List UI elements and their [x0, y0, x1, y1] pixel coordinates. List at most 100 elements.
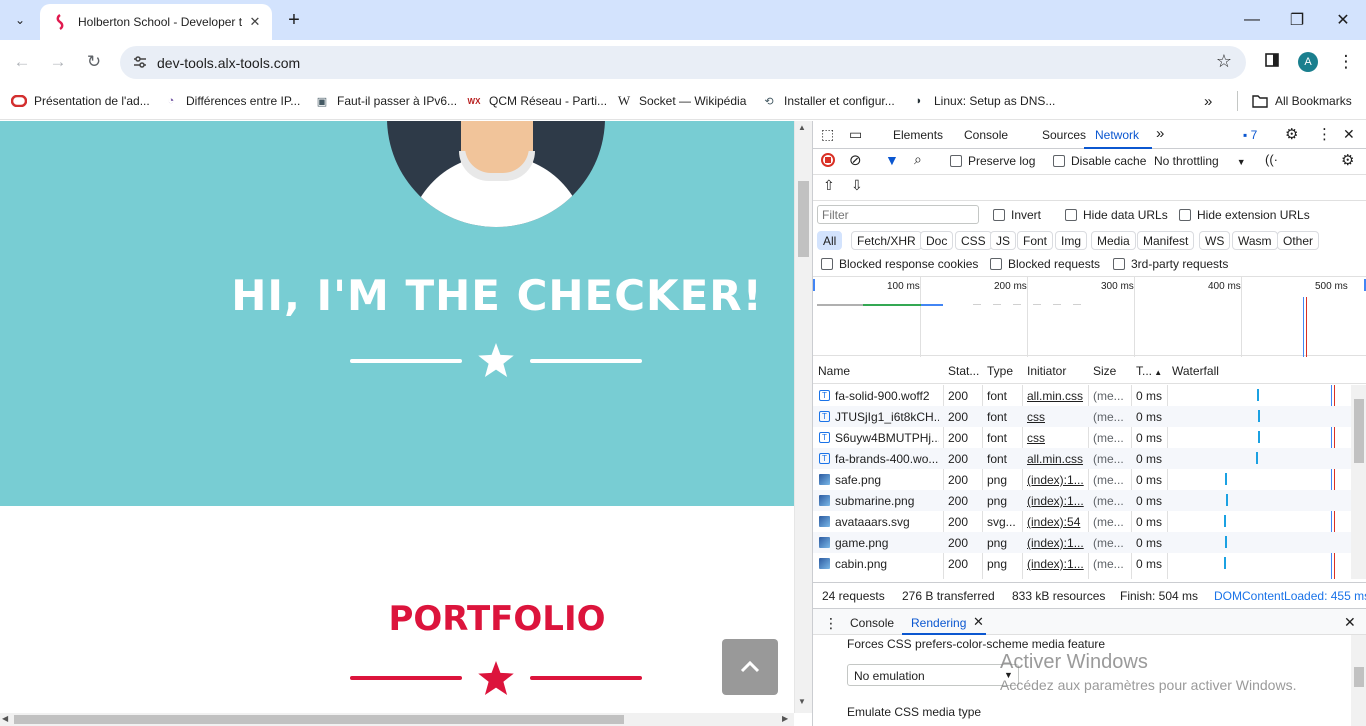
network-settings-gear-icon[interactable]: ⚙: [1341, 151, 1354, 169]
type-filter-ws[interactable]: WS: [1199, 231, 1231, 250]
filter-icon[interactable]: ▼: [885, 152, 899, 168]
type-filter-doc[interactable]: Doc: [920, 231, 954, 250]
settings-gear-icon[interactable]: ⚙: [1285, 125, 1298, 143]
browser-tab[interactable]: Holberton School - Developer t ✕: [40, 4, 272, 40]
forward-button[interactable]: →: [44, 48, 72, 76]
page-horizontal-scrollbar[interactable]: ◀ ▶: [0, 713, 794, 726]
bookmark-item[interactable]: ◗ Linux: Setup as DNS...: [911, 91, 1056, 111]
address-bar[interactable]: dev-tools.alx-tools.com ☆: [120, 46, 1246, 79]
preserve-log-checkbox[interactable]: Preserve log: [950, 154, 1035, 168]
network-overview[interactable]: 100 ms 200 ms 300 ms 400 ms 500 ms: [813, 276, 1366, 357]
blocked-requests-checkbox[interactable]: Blocked requests: [990, 257, 1100, 271]
type-filter-media[interactable]: Media: [1091, 231, 1136, 250]
site-info-icon[interactable]: [132, 54, 148, 70]
tab-sources[interactable]: Sources: [1042, 128, 1086, 142]
drawer-tab-rendering[interactable]: Rendering: [911, 616, 966, 630]
cell-initiator[interactable]: all.min.css: [1027, 389, 1085, 403]
type-filter-css[interactable]: CSS: [955, 231, 992, 250]
invert-checkbox[interactable]: Invert: [993, 208, 1041, 222]
type-filter-js[interactable]: JS: [990, 231, 1017, 250]
kebab-menu-icon[interactable]: ⋮: [1317, 125, 1332, 143]
reload-button[interactable]: ↻: [80, 48, 108, 76]
type-filter-all[interactable]: All: [817, 231, 843, 250]
column-time[interactable]: T... ▲: [1136, 364, 1162, 378]
bookmark-star-icon[interactable]: ☆: [1216, 51, 1232, 72]
request-row[interactable]: cabin.png 200 png (index):1... (me... 0 ms: [813, 553, 1351, 574]
cell-initiator[interactable]: all.min.css: [1027, 452, 1085, 466]
side-panel-button[interactable]: [1258, 48, 1286, 76]
filter-input[interactable]: [817, 205, 979, 224]
minimize-button[interactable]: —: [1232, 6, 1272, 34]
bookmark-item[interactable]: ▣ Faut-il passer à IPv6...: [314, 91, 457, 111]
type-filter-fetch-xhr[interactable]: Fetch/XHR: [851, 231, 922, 250]
bookmarks-overflow-button[interactable]: »: [1204, 91, 1212, 111]
drawer-menu-icon[interactable]: ⋮: [824, 615, 838, 632]
type-filter-img[interactable]: Img: [1055, 231, 1088, 250]
cell-initiator[interactable]: (index):54: [1027, 515, 1085, 529]
tab-network[interactable]: Network: [1095, 128, 1139, 142]
request-row[interactable]: T S6uyw4BMUTPHj... 200 font css (me... 0 ms: [813, 427, 1351, 448]
request-row[interactable]: T JTUSjIg1_i6t8kCH... 200 font css (me... 0 ms: [813, 406, 1351, 427]
scrollbar-thumb[interactable]: [1354, 399, 1364, 463]
browser-menu-button[interactable]: ⋮: [1332, 48, 1360, 76]
new-tab-button[interactable]: +: [282, 8, 306, 32]
request-row[interactable]: game.png 200 png (index):1... (me... 0 ms: [813, 532, 1351, 553]
throttling-select[interactable]: No throttling ▼: [1154, 154, 1246, 168]
bookmark-item[interactable]: ◔ Différences entre IP...: [163, 91, 301, 111]
tab-search-button[interactable]: ⌄: [8, 8, 32, 32]
cell-initiator[interactable]: (index):1...: [1027, 557, 1085, 571]
cell-initiator[interactable]: (index):1...: [1027, 494, 1085, 508]
column-waterfall[interactable]: Waterfall: [1172, 364, 1219, 378]
column-initiator[interactable]: Initiator: [1027, 364, 1066, 378]
record-stop-icon[interactable]: [821, 153, 835, 167]
export-har-icon[interactable]: ⇩: [851, 177, 863, 194]
column-status[interactable]: Stat...: [948, 364, 979, 378]
import-har-icon[interactable]: ⇧: [823, 177, 835, 194]
scroll-to-top-button[interactable]: [722, 639, 778, 695]
cell-initiator[interactable]: css: [1027, 431, 1085, 445]
network-conditions-icon[interactable]: ((·: [1265, 152, 1278, 167]
search-icon[interactable]: ⌕: [914, 151, 922, 168]
type-filter-manifest[interactable]: Manifest: [1137, 231, 1195, 250]
issues-badge[interactable]: ▪ 7: [1243, 128, 1257, 142]
hide-data-urls-checkbox[interactable]: Hide data URLs: [1065, 208, 1168, 222]
bookmark-item[interactable]: Présentation de l'ad...: [11, 91, 150, 111]
table-scrollbar[interactable]: [1351, 385, 1366, 579]
disable-cache-checkbox[interactable]: Disable cache: [1053, 154, 1146, 168]
all-bookmarks-button[interactable]: All Bookmarks: [1252, 91, 1352, 111]
blocked-response-cookies-checkbox[interactable]: Blocked response cookies: [821, 257, 978, 271]
close-drawer-icon[interactable]: ✕: [1344, 614, 1356, 631]
device-toolbar-icon[interactable]: ▭: [849, 126, 862, 143]
type-filter-other[interactable]: Other: [1277, 231, 1320, 250]
column-type[interactable]: Type: [987, 364, 1013, 378]
scrollbar-thumb[interactable]: [798, 181, 809, 257]
color-scheme-select[interactable]: No emulation ▼: [847, 664, 1019, 686]
inspect-element-icon[interactable]: ⬚: [821, 126, 834, 143]
cell-initiator[interactable]: css: [1027, 410, 1085, 424]
bookmark-item[interactable]: WX QCM Réseau - Parti...: [466, 91, 607, 111]
cell-initiator[interactable]: (index):1...: [1027, 536, 1085, 550]
back-button[interactable]: ←: [8, 48, 36, 76]
page-vertical-scrollbar[interactable]: ▲ ▼: [794, 121, 812, 713]
cell-initiator[interactable]: (index):1...: [1027, 473, 1085, 487]
window-close-button[interactable]: ✕: [1323, 6, 1363, 34]
restore-button[interactable]: ❐: [1277, 6, 1317, 34]
drawer-scrollbar[interactable]: [1351, 635, 1366, 726]
request-row[interactable]: submarine.png 200 png (index):1... (me... 0 m…: [813, 490, 1351, 511]
request-row[interactable]: Tfa-brands-400.wo... 200 font all.min.css (m…: [813, 448, 1351, 469]
column-name[interactable]: Name: [818, 364, 850, 378]
more-tabs-icon[interactable]: »: [1156, 125, 1164, 142]
request-row[interactable]: Tfa-solid-900.woff2 200 font all.min.css (me…: [813, 385, 1351, 406]
tab-elements[interactable]: Elements: [893, 128, 943, 142]
hide-extension-urls-checkbox[interactable]: Hide extension URLs: [1179, 208, 1310, 222]
third-party-requests-checkbox[interactable]: 3rd-party requests: [1113, 257, 1228, 271]
clear-icon[interactable]: ⊘: [849, 151, 862, 169]
scrollbar-thumb[interactable]: [14, 715, 624, 724]
profile-avatar[interactable]: A: [1298, 52, 1318, 72]
bookmark-item[interactable]: ⟲ Installer et configur...: [761, 91, 894, 111]
drawer-tab-close-icon[interactable]: ✕: [973, 614, 984, 630]
type-filter-font[interactable]: Font: [1017, 231, 1054, 250]
drawer-tab-console[interactable]: Console: [850, 616, 894, 630]
request-row[interactable]: avataaars.svg 200 svg... (index):54 (me... 0 …: [813, 511, 1351, 532]
close-devtools-icon[interactable]: ✕: [1343, 126, 1355, 143]
